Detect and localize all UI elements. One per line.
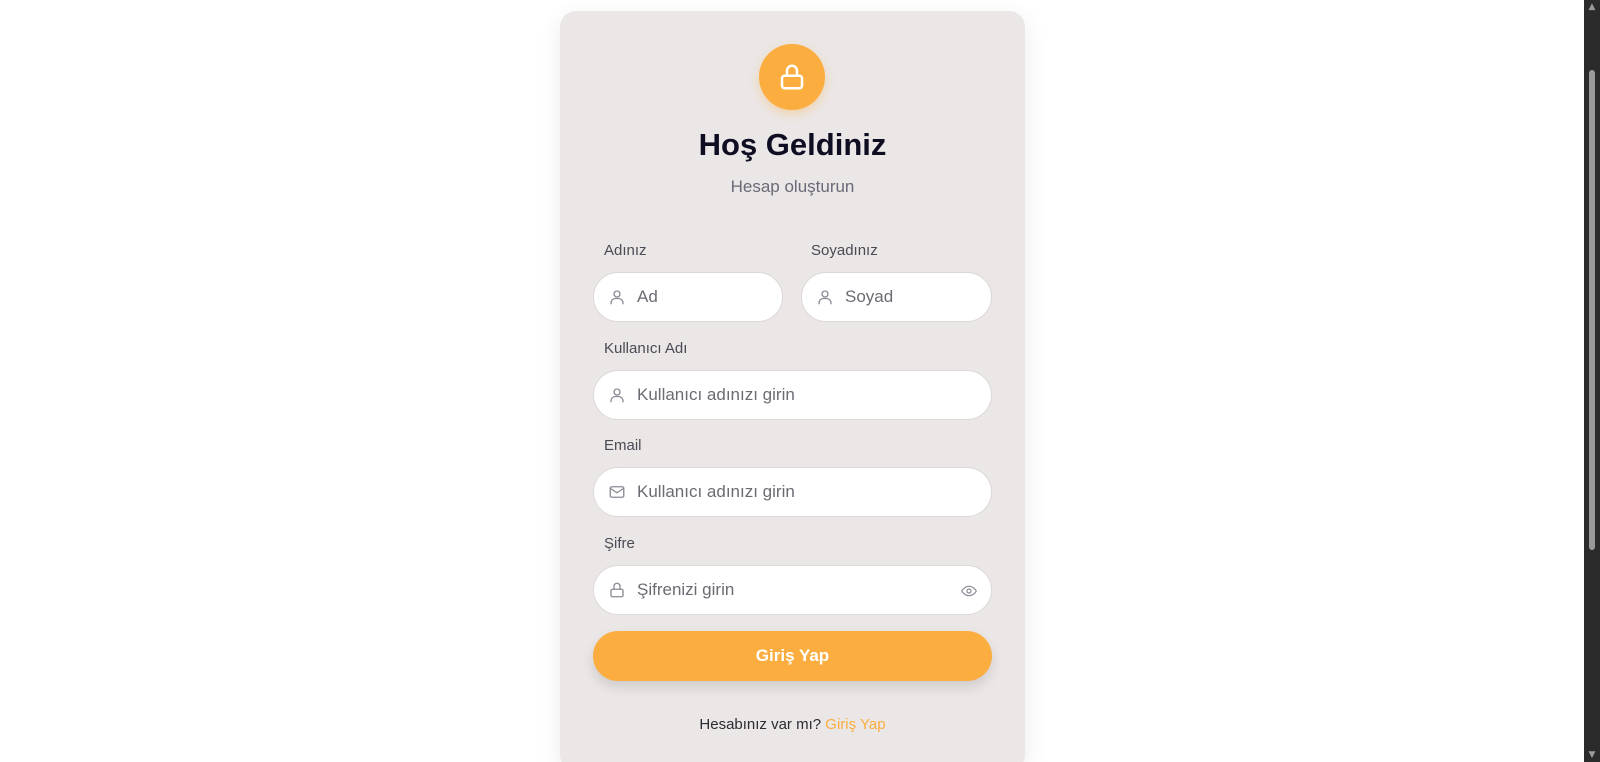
email-placeholder: Kullanıcı adınızı girin <box>637 482 795 501</box>
page-title: Hoş Geldiniz <box>698 127 887 162</box>
password-field[interactable]: Şifrenizi girin <box>593 565 992 615</box>
register-card: Hoş Geldiniz Hesap oluşturun Adınız Ad S… <box>560 11 1025 762</box>
last-name-label: Soyadınız <box>811 242 878 259</box>
footer: Hesabınız var mı? Giriş Yap <box>560 716 1025 733</box>
email-field[interactable]: Kullanıcı adınızı girin <box>593 467 992 517</box>
first-name-label: Adınız <box>604 242 647 259</box>
user-icon <box>606 384 628 406</box>
user-icon <box>814 286 836 308</box>
mail-icon <box>606 481 628 503</box>
last-name-placeholder: Soyad <box>845 287 894 306</box>
username-placeholder: Kullanıcı adınızı girin <box>637 385 795 404</box>
lock-badge <box>759 44 825 110</box>
lock-icon <box>606 579 628 601</box>
eye-icon[interactable] <box>958 580 980 602</box>
first-name-field[interactable]: Ad <box>593 272 783 322</box>
login-link[interactable]: Giriş Yap <box>825 716 885 733</box>
page: Hoş Geldiniz Hesap oluşturun Adınız Ad S… <box>0 0 1600 762</box>
submit-button[interactable]: Giriş Yap <box>593 631 992 681</box>
last-name-field[interactable]: Soyad <box>801 272 992 322</box>
scrollbar[interactable]: ▲ ▼ <box>1584 0 1600 762</box>
password-placeholder: Şifrenizi girin <box>637 580 735 599</box>
lock-icon <box>780 64 804 90</box>
email-label: Email <box>604 437 642 454</box>
scroll-down-arrow[interactable]: ▼ <box>1584 748 1600 762</box>
user-icon <box>606 286 628 308</box>
scroll-thumb[interactable] <box>1589 70 1595 550</box>
password-label: Şifre <box>604 535 635 552</box>
page-subtitle: Hesap oluşturun <box>730 177 855 196</box>
first-name-placeholder: Ad <box>637 287 658 306</box>
username-field[interactable]: Kullanıcı adınızı girin <box>593 370 992 420</box>
username-label: Kullanıcı Adı <box>604 340 688 357</box>
footer-prompt: Hesabınız var mı? <box>699 716 822 733</box>
scroll-up-arrow[interactable]: ▲ <box>1584 0 1600 14</box>
